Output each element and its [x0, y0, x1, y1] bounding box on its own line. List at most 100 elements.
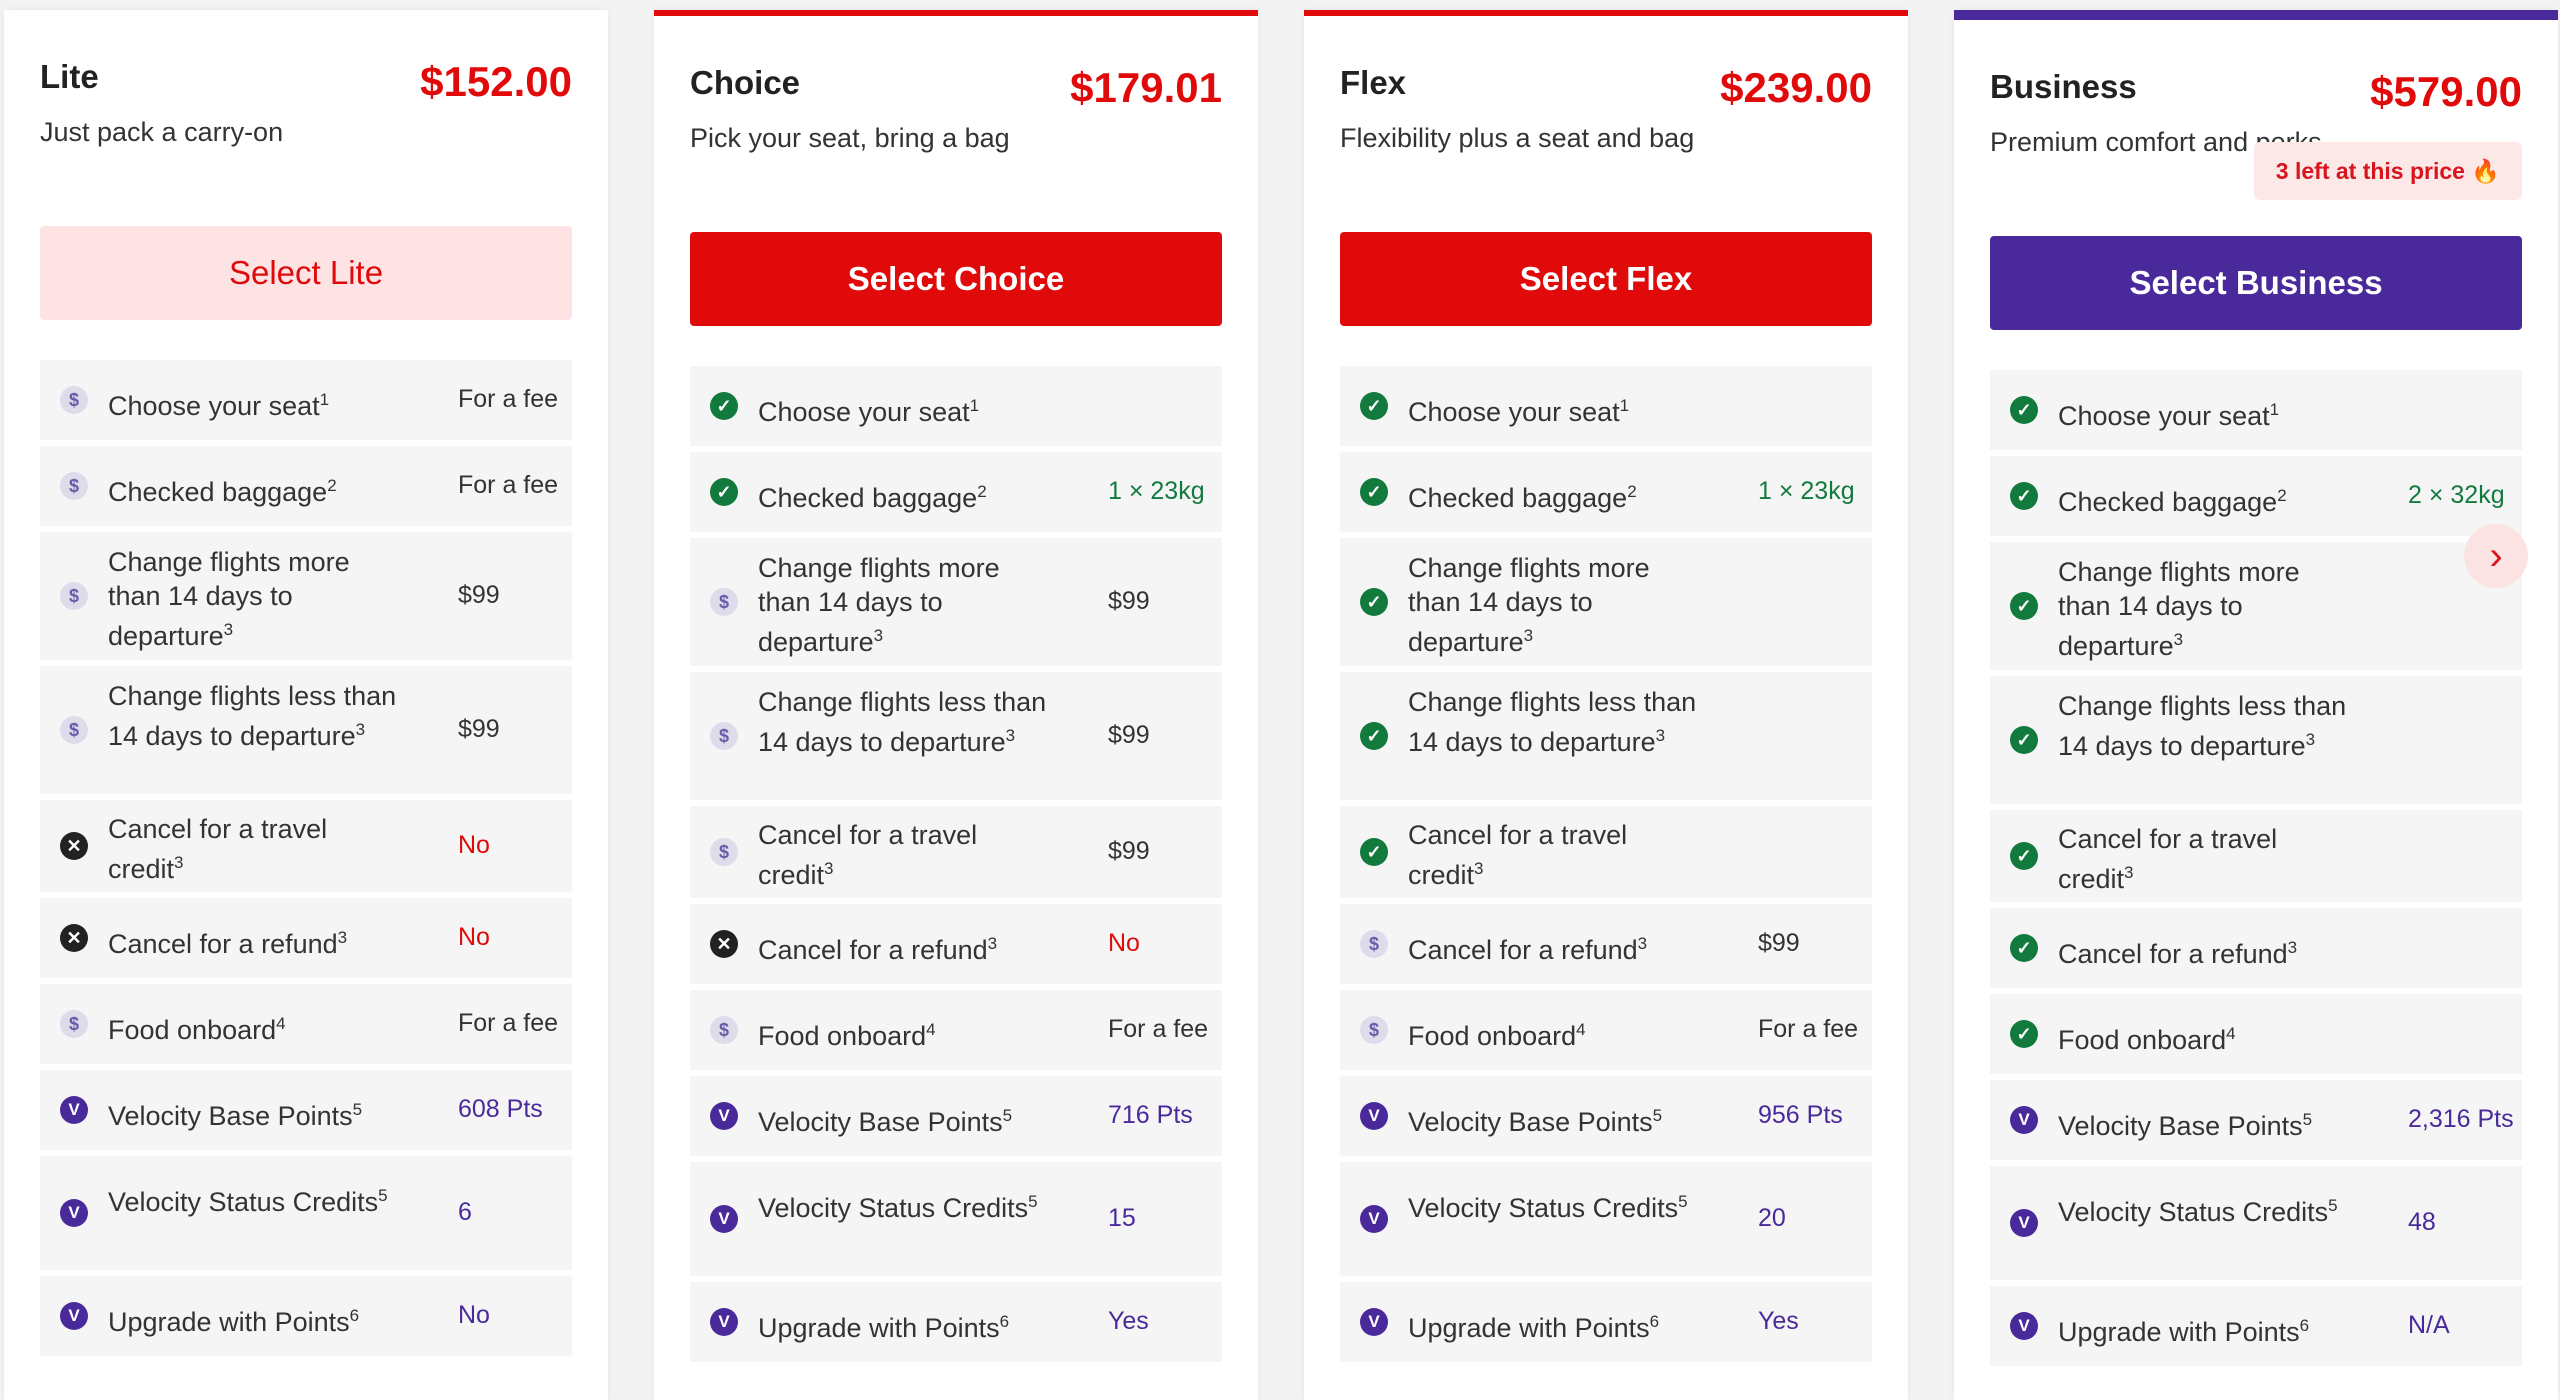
- feature-label: Choose your seat1: [108, 390, 330, 421]
- check-icon: ✓: [2010, 592, 2038, 620]
- velocity-icon: V: [2010, 1106, 2038, 1134]
- feature-value: No: [1108, 929, 1140, 957]
- feature-label: Cancel for a travel credit3: [2058, 824, 2278, 894]
- feature-value: $99: [1758, 929, 1800, 957]
- scarcity-badge: 3 left at this price 🔥: [2253, 142, 2522, 200]
- feature-row: V Velocity Status Credits5 6: [40, 1156, 572, 1270]
- feature-value: No: [458, 1301, 490, 1329]
- feature-value: $99: [1108, 587, 1150, 615]
- check-icon: ✓: [1360, 392, 1388, 420]
- feature-value: For a fee: [458, 1009, 559, 1037]
- select-fare-button[interactable]: Select Business: [1990, 236, 2522, 330]
- feature-row: V Velocity Base Points5 608 Pts: [40, 1070, 572, 1150]
- fare-card-1: Choice $179.01 Pick your seat, bring a b…: [654, 10, 1258, 1400]
- check-icon: ✓: [2010, 842, 2038, 870]
- feature-label: Velocity Base Points5: [108, 1100, 363, 1131]
- feature-label: Velocity Status Credits5: [108, 1186, 388, 1217]
- feature-row: $ Change flights more than 14 days to de…: [40, 532, 572, 660]
- fare-price: $179.01: [1070, 64, 1222, 111]
- velocity-icon: V: [710, 1102, 738, 1130]
- feature-row: ✓ Checked baggage2 1 × 23kg: [690, 452, 1222, 532]
- velocity-icon: V: [1360, 1205, 1388, 1233]
- feature-value: 20: [1758, 1204, 1786, 1232]
- feature-label: Food onboard4: [2058, 1024, 2236, 1055]
- feature-value: N/A: [2408, 1311, 2450, 1339]
- feature-value: For a fee: [458, 471, 559, 499]
- feature-value: 956 Pts: [1758, 1101, 1843, 1129]
- feature-value: Yes: [1108, 1307, 1149, 1335]
- feature-label: Checked baggage2: [2058, 486, 2287, 517]
- dollar-icon: $: [60, 716, 88, 744]
- check-icon: ✓: [2010, 396, 2038, 424]
- velocity-icon: V: [2010, 1209, 2038, 1237]
- dollar-icon: $: [710, 588, 738, 616]
- feature-value: $99: [1108, 837, 1150, 865]
- fare-description: Flexibility plus a seat and bag: [1340, 123, 1695, 153]
- fare-header: Business $579.00 Premium comfort and per…: [1990, 60, 2522, 200]
- feature-label: Change flights more than 14 days to depa…: [1408, 553, 1650, 657]
- feature-row: V Velocity Status Credits5 20: [1340, 1162, 1872, 1276]
- feature-label: Change flights less than 14 days to depa…: [108, 681, 397, 751]
- feature-value: Yes: [1758, 1307, 1799, 1335]
- velocity-icon: V: [1360, 1308, 1388, 1336]
- feature-value: 48: [2408, 1208, 2436, 1236]
- select-fare-button[interactable]: Select Flex: [1340, 232, 1872, 326]
- feature-row: V Velocity Base Points5 2,316 Pts: [1990, 1080, 2522, 1160]
- feature-label: Food onboard4: [758, 1020, 936, 1051]
- feature-label: Change flights less than 14 days to depa…: [758, 687, 1047, 757]
- feature-value: 2,316 Pts: [2408, 1105, 2514, 1133]
- feature-label: Food onboard4: [108, 1014, 286, 1045]
- fare-price: $152.00: [420, 58, 572, 105]
- feature-value: 608 Pts: [458, 1095, 543, 1123]
- feature-row: $ Cancel for a travel credit3 $99: [690, 806, 1222, 898]
- dollar-icon: $: [60, 472, 88, 500]
- cross-icon: ✕: [60, 924, 88, 952]
- feature-value: $99: [458, 581, 500, 609]
- feature-row: V Upgrade with Points6 Yes: [1340, 1282, 1872, 1362]
- cross-icon: ✕: [710, 930, 738, 958]
- select-fare-button[interactable]: Select Lite: [40, 226, 572, 320]
- velocity-icon: V: [2010, 1312, 2038, 1340]
- feature-label: Upgrade with Points6: [758, 1312, 1010, 1343]
- feature-label: Velocity Status Credits5: [758, 1192, 1038, 1223]
- fare-name: Lite: [40, 58, 99, 95]
- check-icon: ✓: [1360, 838, 1388, 866]
- feature-row: ✓ Change flights less than 14 days to de…: [1340, 672, 1872, 800]
- feature-value: $99: [458, 715, 500, 743]
- feature-label: Change flights more than 14 days to depa…: [2058, 557, 2300, 661]
- feature-label: Change flights more than 14 days to depa…: [758, 553, 1000, 657]
- check-icon: ✓: [1360, 588, 1388, 616]
- chevron-right-icon[interactable]: ›: [2464, 524, 2528, 588]
- dollar-icon: $: [1360, 1016, 1388, 1044]
- feature-label: Upgrade with Points6: [108, 1306, 360, 1337]
- feature-row: ✓ Cancel for a refund3: [1990, 908, 2522, 988]
- feature-value: $99: [1108, 721, 1150, 749]
- feature-label: Upgrade with Points6: [2058, 1316, 2310, 1347]
- feature-label: Velocity Base Points5: [2058, 1110, 2313, 1141]
- check-icon: ✓: [1360, 722, 1388, 750]
- feature-row: V Velocity Base Points5 716 Pts: [690, 1076, 1222, 1156]
- velocity-icon: V: [60, 1302, 88, 1330]
- feature-value: For a fee: [1758, 1015, 1859, 1043]
- feature-label: Velocity Base Points5: [1408, 1106, 1663, 1137]
- select-fare-button[interactable]: Select Choice: [690, 232, 1222, 326]
- check-icon: ✓: [2010, 726, 2038, 754]
- feature-value: 2 × 32kg: [2408, 481, 2505, 509]
- feature-value: 15: [1108, 1204, 1136, 1232]
- dollar-icon: $: [60, 386, 88, 414]
- feature-label: Change flights more than 14 days to depa…: [108, 547, 350, 651]
- fare-name: Flex: [1340, 64, 1407, 101]
- feature-value: No: [458, 831, 490, 859]
- feature-label: Velocity Status Credits5: [1408, 1192, 1688, 1223]
- feature-row: V Upgrade with Points6 N/A: [1990, 1286, 2522, 1366]
- feature-label: Food onboard4: [1408, 1020, 1586, 1051]
- fare-header: Flex $239.00 Flexibility plus a seat and…: [1340, 56, 1872, 176]
- fare-description: Pick your seat, bring a bag: [690, 123, 1010, 153]
- feature-value: No: [458, 923, 490, 951]
- feature-label: Upgrade with Points6: [1408, 1312, 1660, 1343]
- feature-value: 1 × 23kg: [1758, 477, 1855, 505]
- feature-label: Cancel for a travel credit3: [758, 820, 978, 890]
- feature-label: Cancel for a refund3: [1408, 934, 1648, 965]
- feature-row: ✓ Choose your seat1: [1990, 370, 2522, 450]
- fare-name: Choice: [690, 64, 801, 101]
